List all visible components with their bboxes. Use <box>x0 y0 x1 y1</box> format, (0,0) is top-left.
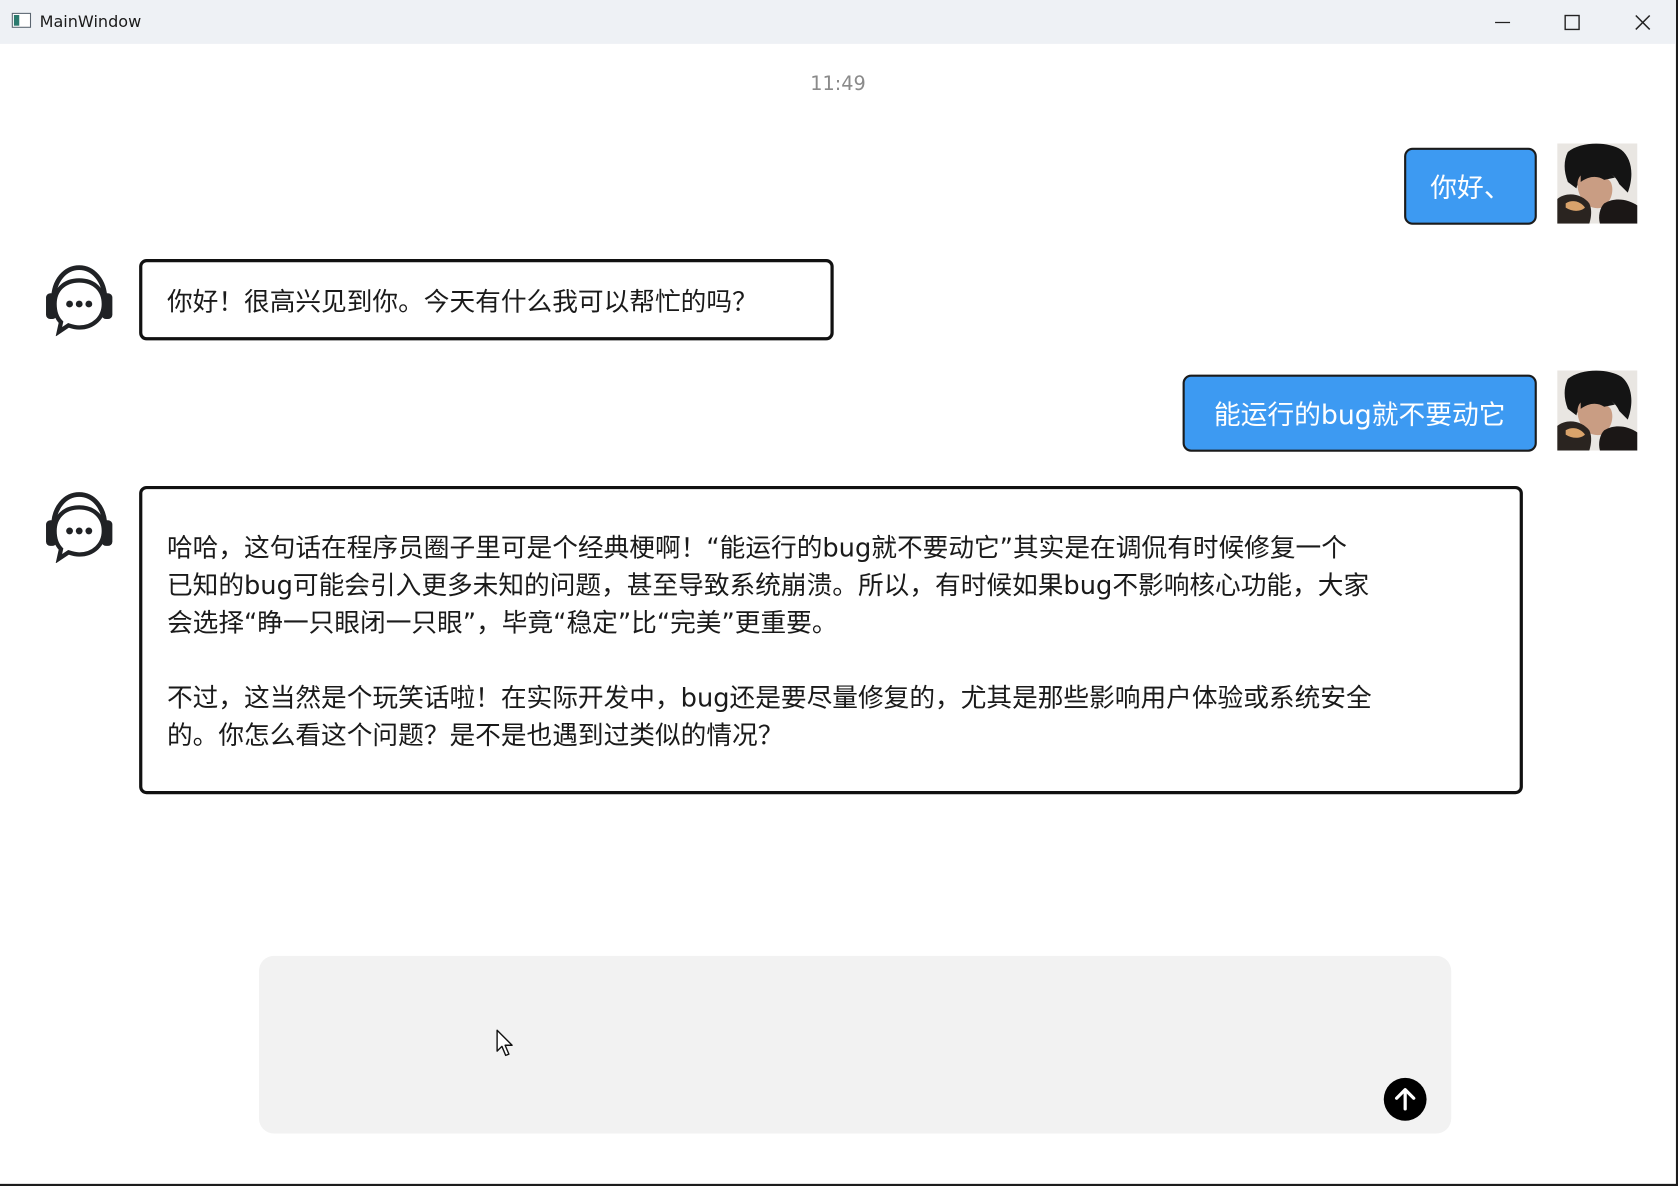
assistant-avatar <box>44 488 115 564</box>
maximize-button[interactable] <box>1538 0 1606 44</box>
user-message-text: 能运行的bug就不要动它 <box>1213 399 1506 431</box>
assistant-message-line: 你好！很高兴见到你。今天有什么我可以帮忙的吗？ <box>166 286 758 317</box>
main-window: MainWindow 11:49 你好、 你好！很高兴见到你。今天有什么我可以帮… <box>0 0 1678 1186</box>
assistant-message-line: 会选择“睁一只眼闭一只眼”，毕竟“稳定”比“完美”更重要。 <box>166 607 838 638</box>
headset-chat-icon <box>46 492 113 564</box>
message-timestamp: 11:49 <box>810 72 866 96</box>
assistant-message-line: 哈哈，这句话在程序员圈子里可是个经典梗啊！“能运行的bug就不要动它”其实是在调… <box>166 533 1347 564</box>
arrow-up-icon <box>1395 1088 1416 1111</box>
user-avatar <box>1557 143 1638 224</box>
assistant-message-line: 的。你怎么看这个问题？是不是也遇到过类似的情况？ <box>166 720 784 751</box>
user-message-bubble: 你好、 <box>1404 147 1537 225</box>
assistant-message-line: 不过，这当然是个玩笑话啦！在实际开发中，bug还是要尽量修复的，尤其是那些影响用… <box>166 682 1372 713</box>
maximize-icon <box>1564 14 1580 30</box>
message-input[interactable] <box>258 955 1452 1134</box>
app-icon <box>11 12 32 28</box>
minimize-button[interactable] <box>1468 0 1536 44</box>
assistant-message-bubble: 哈哈，这句话在程序员圈子里可是个经典梗啊！“能运行的bug就不要动它”其实是在调… <box>139 485 1523 795</box>
assistant-message-line <box>167 642 1520 679</box>
assistant-message-line: 已知的bug可能会引入更多未知的问题，甚至导致系统崩溃。所以，有时候如果bug不… <box>166 570 1370 601</box>
assistant-avatar <box>44 261 115 337</box>
close-button[interactable] <box>1609 0 1677 44</box>
send-button[interactable] <box>1383 1077 1427 1121</box>
mouse-cursor-icon <box>496 1029 513 1057</box>
user-message-text: 你好、 <box>1430 172 1511 204</box>
minimize-icon <box>1495 21 1511 23</box>
user-avatar <box>1557 370 1638 451</box>
title-bar: MainWindow <box>0 0 1676 44</box>
window-title: MainWindow <box>39 11 142 32</box>
close-icon <box>1635 14 1651 30</box>
headset-chat-icon <box>46 265 113 337</box>
assistant-message-bubble: 你好！很高兴见到你。今天有什么我可以帮忙的吗？ <box>139 259 834 341</box>
user-message-bubble: 能运行的bug就不要动它 <box>1182 374 1537 452</box>
